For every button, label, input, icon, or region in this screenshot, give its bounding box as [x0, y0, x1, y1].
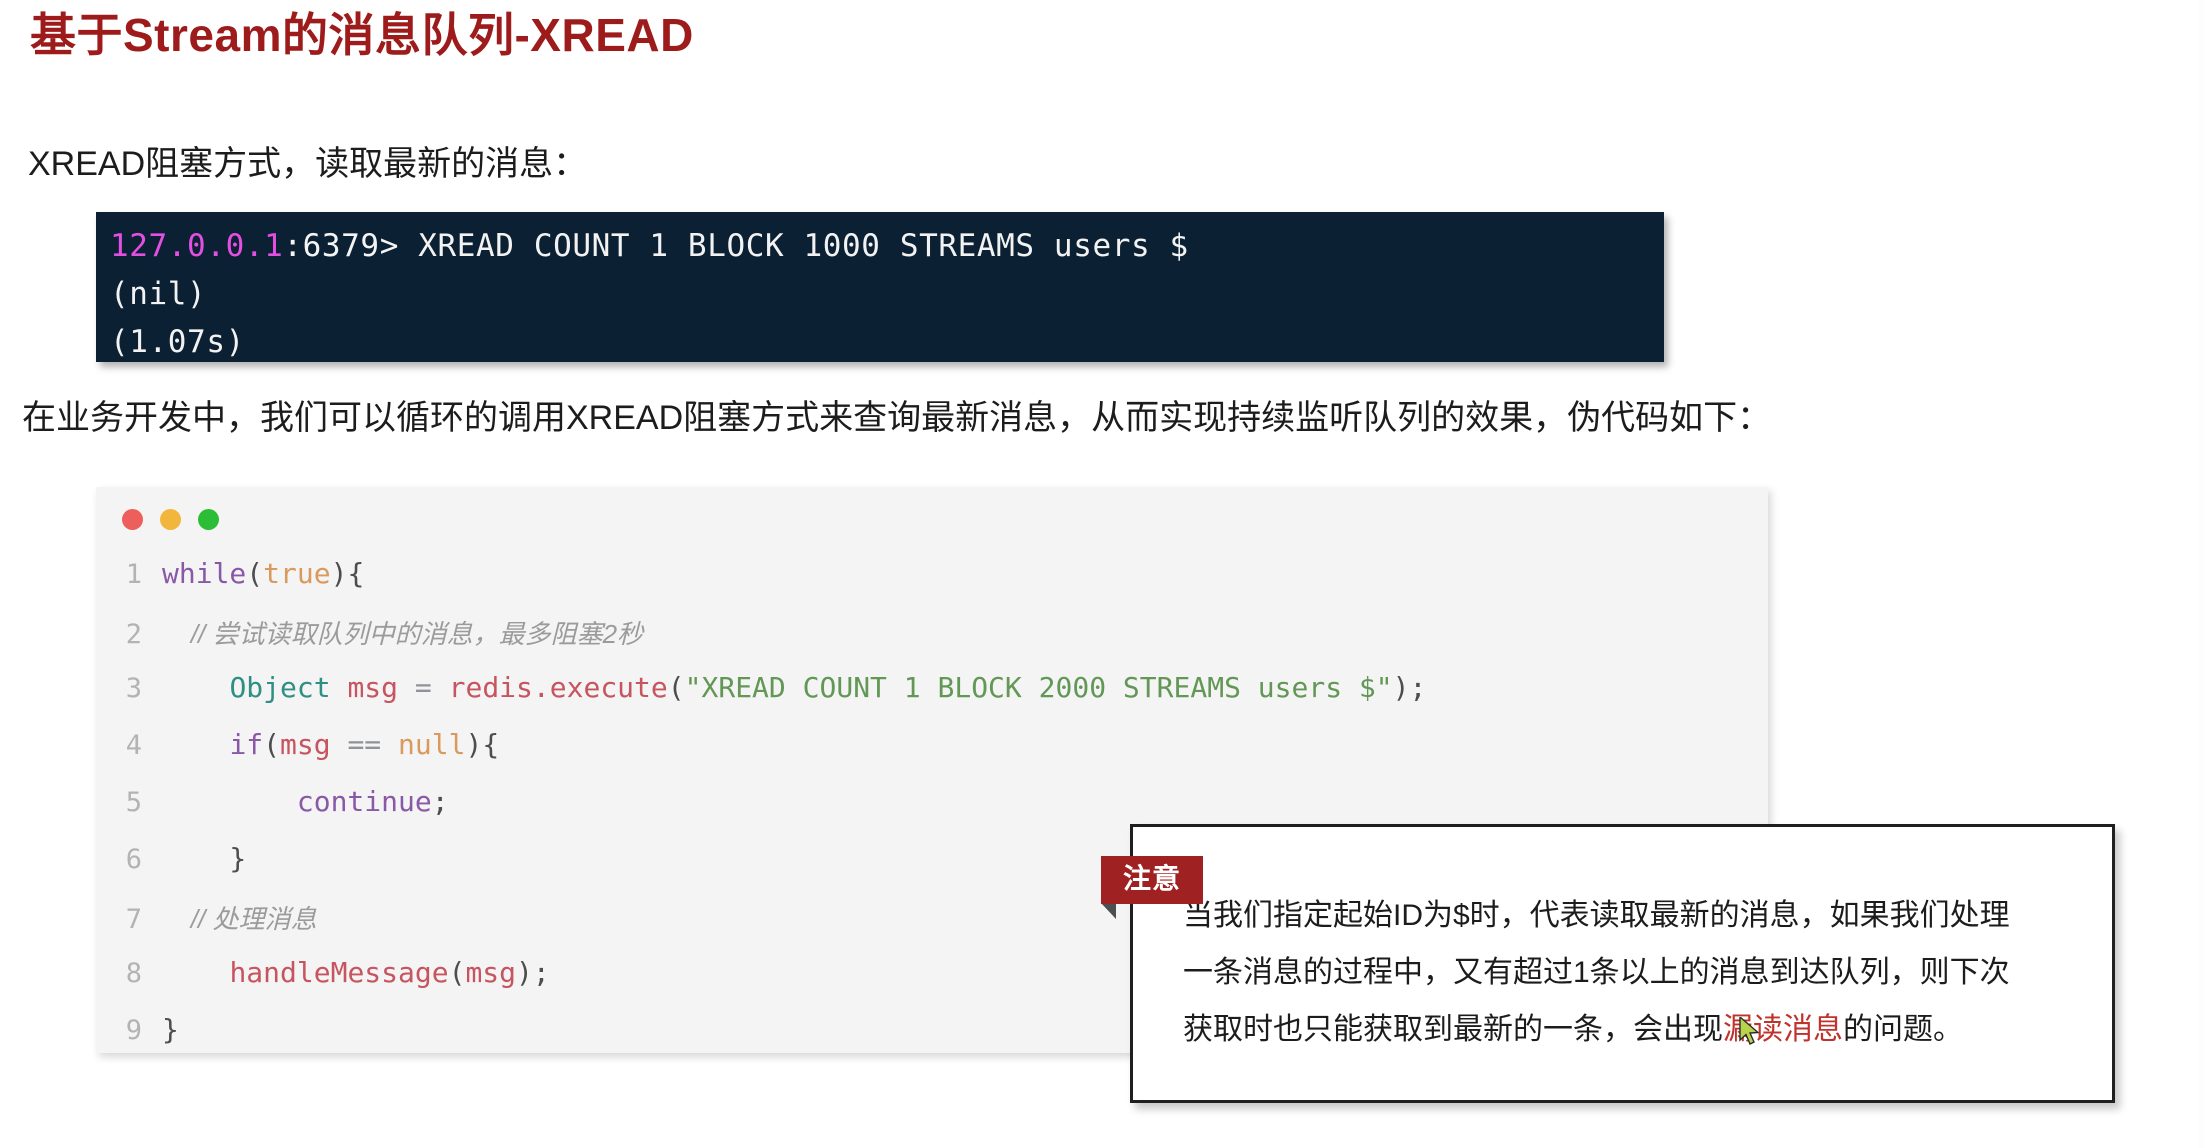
minimize-button-icon[interactable]	[160, 509, 181, 530]
note-tab-label: 注意	[1101, 856, 1204, 905]
code-line-number: 4	[125, 730, 142, 761]
code-line-number: 3	[125, 673, 142, 704]
code-line-number: 5	[125, 787, 142, 818]
code-line-text: }	[162, 842, 246, 875]
code-token: msg	[347, 671, 399, 704]
code-token: ){	[330, 557, 365, 590]
code-line-text: handleMessage(msg);	[162, 956, 550, 989]
code-token: // 处理消息	[162, 904, 317, 934]
code-line-number: 7	[125, 904, 142, 935]
code-token: redis.execute	[448, 671, 668, 704]
code-token: (	[263, 728, 281, 761]
page-title: 基于Stream的消息队列-XREAD	[30, 9, 694, 61]
code-token: ;	[431, 785, 449, 818]
close-button-icon[interactable]	[122, 509, 143, 530]
note-highlight-text: 漏读消息	[1723, 1013, 1843, 1046]
code-token: if	[229, 728, 264, 761]
code-token: =	[398, 671, 449, 704]
note-text: 当我们指定起始ID为$时，代表读取最新的消息，如果我们处理 一条消息的过程中，又有…	[1183, 887, 2082, 1058]
code-line-text: // 尝试读取队列中的消息，最多阻塞2秒	[162, 614, 643, 651]
code-line-text: // 处理消息	[162, 899, 317, 936]
terminal-command: XREAD COUNT 1 BLOCK 1000 STREAMS users $	[418, 228, 1189, 264]
note-plain-text: 一条消息的过程中，又有超过1条以上的消息到达队列，则下次	[1183, 956, 2010, 989]
code-line-text: }	[162, 1013, 179, 1046]
right-edge-bleed	[2198, 0, 2204, 1148]
code-token: while	[162, 557, 247, 590]
maximize-button-icon[interactable]	[198, 509, 219, 530]
code-line: 4 if(msg == null){	[96, 728, 1768, 785]
code-token: (	[667, 671, 685, 704]
code-token: ){	[465, 728, 500, 761]
note-plain-text: 的问题。	[1843, 1013, 1963, 1046]
code-line-number: 2	[125, 619, 142, 650]
code-token: handleMessage	[229, 956, 449, 989]
note-plain-text: 当我们指定起始ID为$时，代表读取最新的消息，如果我们处理	[1183, 899, 2010, 932]
code-token: msg	[465, 956, 517, 989]
code-token: // 尝试读取队列中的消息，最多阻塞2秒	[162, 619, 644, 649]
code-line-number: 6	[125, 844, 142, 875]
terminal-output-duration: (1.07s)	[110, 324, 245, 360]
note-tab-fold-icon	[1101, 903, 1116, 919]
code-line-text: if(msg == null){	[162, 728, 499, 761]
terminal-prompt-port: :6379>	[283, 228, 419, 264]
code-token: Object	[229, 671, 331, 704]
terminal-command-line: 127.0.0.1:6379> XREAD COUNT 1 BLOCK 1000…	[96, 222, 1664, 270]
note-line: 当我们指定起始ID为$时，代表读取最新的消息，如果我们处理	[1183, 887, 2082, 944]
note-plain-text: 获取时也只能获取到最新的一条，会出现	[1183, 1013, 1723, 1046]
code-token: true	[263, 557, 331, 590]
window-controls	[122, 509, 219, 530]
code-token: );	[1392, 671, 1427, 704]
code-token: }	[162, 842, 247, 875]
note-line: 获取时也只能获取到最新的一条，会出现漏读消息的问题。	[1183, 1001, 2082, 1058]
terminal-prompt-host: 127.0.0.1	[110, 228, 284, 264]
code-token: continue	[296, 785, 432, 818]
code-token: );	[516, 956, 550, 989]
code-token: null	[398, 728, 466, 761]
code-line-number: 1	[125, 559, 142, 590]
terminal-output-nil: (nil)	[110, 276, 207, 312]
code-token: msg	[280, 728, 331, 761]
code-line-text: continue;	[162, 785, 449, 818]
code-token: (	[448, 956, 466, 989]
code-token: }	[162, 1013, 179, 1046]
code-token: "XREAD COUNT 1 BLOCK 2000 STREAMS users …	[684, 671, 1393, 704]
note-line: 一条消息的过程中，又有超过1条以上的消息到达队列，则下次	[1183, 944, 2082, 1001]
mid-paragraph: 在业务开发中，我们可以循环的调用XREAD阻塞方式来查询最新消息，从而实现持续监…	[22, 399, 1772, 437]
code-line-number: 9	[125, 1015, 142, 1046]
code-line-text: while(true){	[162, 557, 364, 590]
lead-paragraph: XREAD阻塞方式，读取最新的消息：	[28, 145, 588, 183]
code-line: 3 Object msg = redis.execute("XREAD COUN…	[96, 671, 1768, 728]
terminal-block: 127.0.0.1:6379> XREAD COUNT 1 BLOCK 1000…	[96, 212, 1664, 362]
code-line: 1 while(true){	[96, 557, 1768, 614]
code-line: 2 // 尝试读取队列中的消息，最多阻塞2秒	[96, 614, 1768, 671]
code-token: ==	[330, 728, 399, 761]
code-line-text: Object msg = redis.execute("XREAD COUNT …	[162, 671, 1426, 704]
note-callout: 注意 当我们指定起始ID为$时，代表读取最新的消息，如果我们处理 一条消息的过程中…	[1101, 824, 2115, 1103]
code-token: (	[246, 557, 264, 590]
code-line-number: 8	[125, 958, 142, 989]
